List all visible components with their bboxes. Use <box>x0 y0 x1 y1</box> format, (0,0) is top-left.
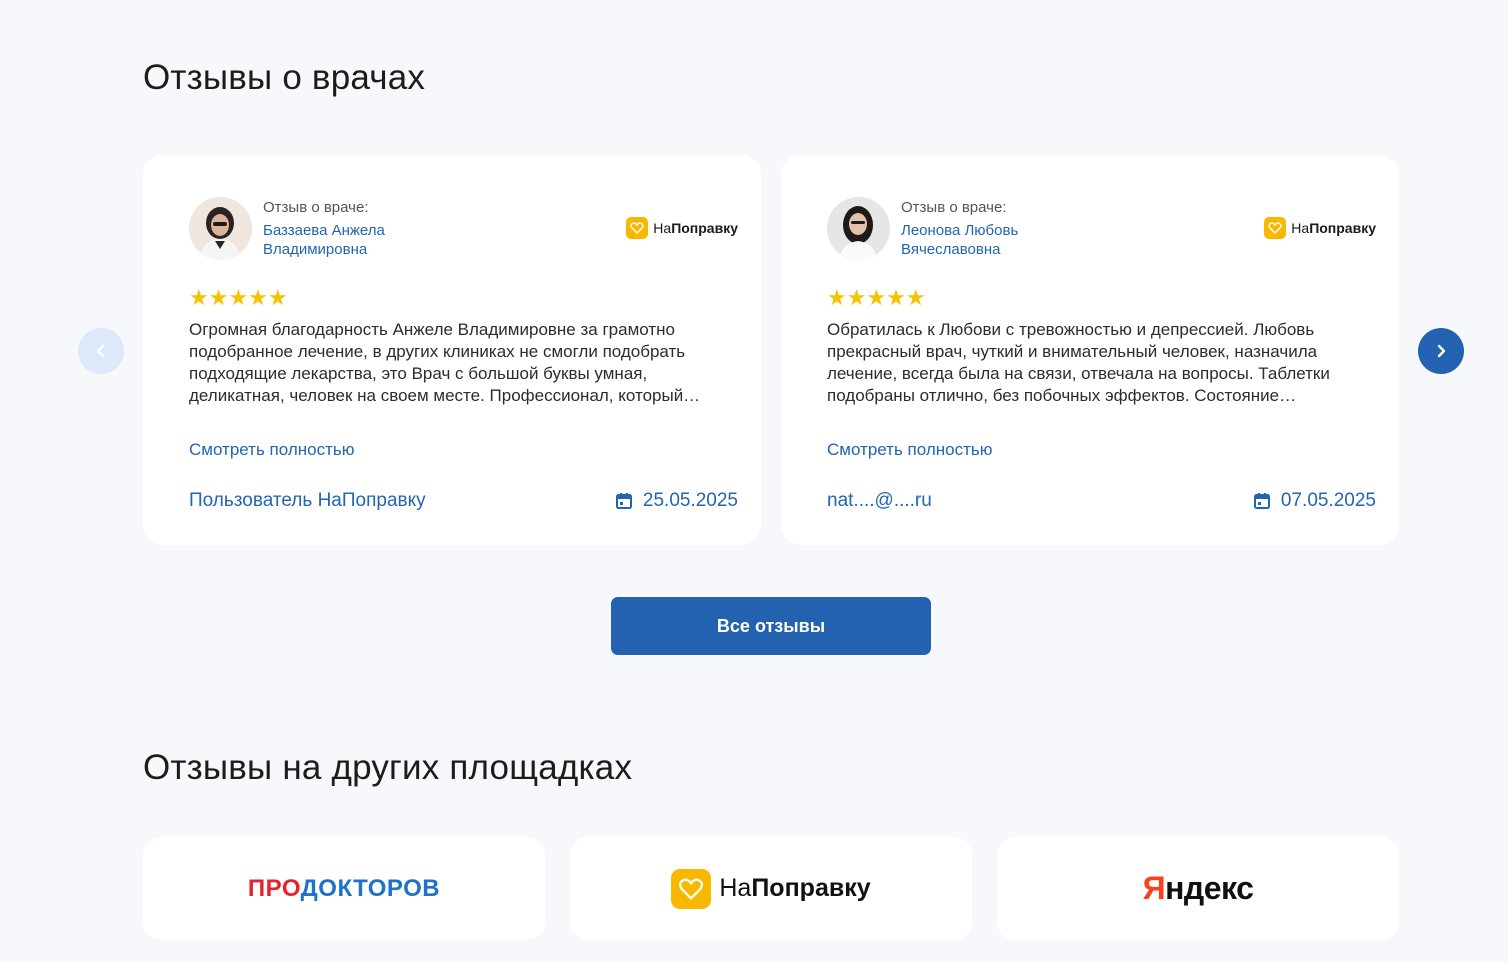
carousel-prev-button[interactable] <box>78 328 124 374</box>
review-date-text: 07.05.2025 <box>1280 490 1376 511</box>
calendar-icon <box>1253 493 1270 509</box>
napopravku-heart-icon <box>626 217 649 239</box>
doctor-avatar <box>827 197 890 260</box>
yandex-logo: Яндекс <box>1143 870 1254 907</box>
review-date: 07.05.2025 <box>1253 490 1376 512</box>
review-author: Пользователь НаПоправку <box>189 490 426 511</box>
calendar-icon <box>615 493 632 509</box>
prodoctorov-logo: ПРОДОКТОРОВ <box>248 875 440 903</box>
rating-stars: ★★★★★ <box>827 285 926 310</box>
napopravku-source-logo: На Поправку <box>1264 217 1376 239</box>
source-bold: Поправку <box>671 220 738 236</box>
other-platforms-title: Отзывы на других площадках <box>143 748 633 787</box>
doctor-name-link[interactable]: Леонова Любовь Вячеславовна <box>901 221 1081 259</box>
review-caption: Отзыв о враче: <box>263 199 369 216</box>
yandex-logo-first: Я <box>1142 870 1166 906</box>
napopravku-logo-bold: Поправку <box>751 874 871 902</box>
napopravku-heart-icon <box>671 868 712 909</box>
review-author: nat....@....ru <box>827 490 932 511</box>
prodoctorov-logo-part1: ПРО <box>247 874 301 902</box>
review-card: Отзыв о враче: Баззаева Анжела Владимиро… <box>143 155 761 545</box>
platform-prodoctorov[interactable]: ПРОДОКТОРОВ <box>143 837 545 940</box>
source-bold: Поправку <box>1309 220 1376 236</box>
source-prefix: На <box>653 220 672 236</box>
show-full-link[interactable]: Смотреть полностью <box>189 440 354 460</box>
review-text: Огромная благодарность Анжеле Владимиров… <box>189 320 701 405</box>
yandex-logo-rest: ндекс <box>1165 870 1254 906</box>
carousel-next-button[interactable] <box>1418 328 1464 374</box>
doctor-name-link[interactable]: Баззаева Анжела Владимировна <box>263 221 443 259</box>
all-reviews-button[interactable]: Все отзывы <box>611 597 931 655</box>
prodoctorov-logo-part2: ДОКТОРОВ <box>300 874 441 902</box>
source-prefix: На <box>1291 220 1310 236</box>
review-date-text: 25.05.2025 <box>642 490 738 511</box>
napopravku-logo: На Поправку <box>671 868 871 909</box>
platform-yandex[interactable]: Яндекс <box>997 837 1399 940</box>
review-text: Обратилась к Любови с тревожностью и деп… <box>827 320 1330 405</box>
review-card: Отзыв о враче: Леонова Любовь Вячеславов… <box>781 155 1399 545</box>
napopravku-heart-icon <box>1264 217 1287 239</box>
chevron-left-icon <box>96 344 105 358</box>
platform-napopravku[interactable]: На Поправку <box>570 837 972 940</box>
napopravku-source-logo: На Поправку <box>626 217 738 239</box>
doctor-avatar <box>189 197 252 260</box>
show-full-link[interactable]: Смотреть полностью <box>827 440 992 460</box>
reviews-section-title: Отзывы о врачах <box>143 58 426 97</box>
chevron-right-icon <box>1437 344 1446 358</box>
review-caption: Отзыв о враче: <box>901 199 1007 216</box>
review-date: 25.05.2025 <box>615 490 738 512</box>
rating-stars: ★★★★★ <box>189 285 288 310</box>
page: Отзывы о врачах Отзыв о враче: Баззаева … <box>0 0 1508 962</box>
napopravku-logo-prefix: На <box>719 874 752 902</box>
